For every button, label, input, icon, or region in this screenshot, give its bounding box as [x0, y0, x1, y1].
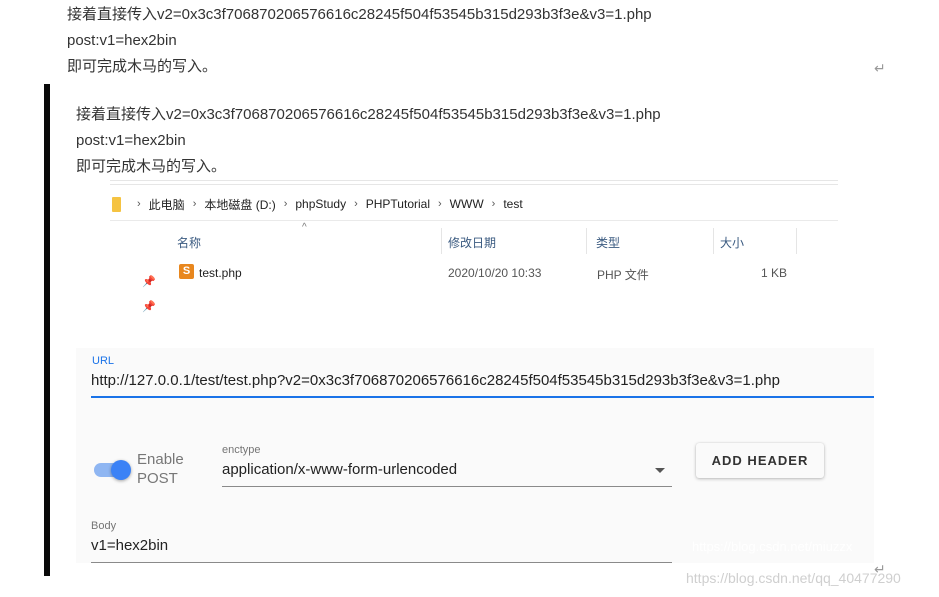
return-mark: ↵ [874, 60, 886, 76]
toggle-knob[interactable] [111, 460, 131, 480]
chevron-right-icon: › [438, 198, 442, 210]
screenshot-line-3: 即可完成木马的写入。 [76, 158, 227, 175]
column-header-type[interactable]: 类型 [596, 234, 620, 251]
breadcrumb-item-phptutorial[interactable]: PHPTutorial [366, 197, 430, 211]
url-input[interactable]: http://127.0.0.1/test/test.php?v2=0x3c3f… [91, 372, 780, 389]
file-explorer: › 此电脑 › 本地磁盘 (D:) › phpStudy › PHPTutori… [110, 180, 840, 320]
article-line-2: post:v1=hex2bin [67, 32, 177, 49]
dropdown-arrow-icon[interactable] [655, 468, 665, 473]
body-input[interactable]: v1=hex2bin [91, 537, 168, 554]
column-divider[interactable] [586, 228, 587, 254]
chevron-right-icon: › [491, 198, 496, 210]
inner-watermark: https://blog.csdn.net/miuzzx [692, 539, 853, 554]
sort-ascending-icon: ^ [302, 222, 307, 233]
breadcrumb-item-www[interactable]: WWW [450, 197, 484, 211]
column-divider[interactable] [441, 228, 442, 254]
article-line-3: 即可完成木马的写入。 [67, 58, 218, 75]
enctype-select[interactable]: application/x-www-form-urlencoded [222, 461, 457, 478]
screenshot-line-2: post:v1=hex2bin [76, 132, 186, 149]
pin-icon: 📌 [142, 301, 156, 313]
article-line-1: 接着直接传入v2=0x3c3f706870206576616c28245f504… [67, 6, 652, 23]
file-type: PHP 文件 [597, 268, 649, 282]
outer-watermark: https://blog.csdn.net/qq_40477290 [686, 570, 901, 586]
blockquote-bar [44, 84, 50, 576]
body-input-underline [91, 562, 672, 563]
divider [110, 184, 838, 185]
column-divider[interactable] [796, 228, 797, 254]
url-input-underline [91, 396, 874, 398]
enctype-label: enctype [222, 444, 261, 456]
php-file-icon: S [179, 264, 194, 279]
breadcrumb: › 此电脑 › 本地磁盘 (D:) › phpStudy › PHPTutori… [110, 194, 523, 214]
folder-icon [112, 196, 121, 212]
chevron-right-icon: › [283, 198, 288, 210]
enable-post-label-line1: Enable [137, 451, 184, 468]
column-header-size[interactable]: 大小 [720, 234, 744, 251]
file-modified-date: 2020/10/20 10:33 [448, 266, 542, 280]
screenshot-line-1: 接着直接传入v2=0x3c3f706870206576616c28245f504… [76, 106, 661, 123]
pin-icon: 📌 [142, 276, 156, 288]
add-header-button[interactable]: ADD HEADER [696, 443, 824, 478]
breadcrumb-item-phpstudy[interactable]: phpStudy [295, 197, 346, 211]
file-size: 1 KB [761, 266, 788, 280]
column-header-date[interactable]: 修改日期 [448, 234, 496, 251]
breadcrumb-item-test[interactable]: test [503, 197, 522, 211]
breadcrumb-item-local-disk[interactable]: 本地磁盘 (D:) [204, 196, 275, 213]
chevron-right-icon: › [137, 198, 141, 210]
divider [110, 220, 838, 221]
column-header-name[interactable]: 名称 [177, 234, 201, 251]
column-divider[interactable] [713, 228, 714, 254]
url-field-label: URL [92, 355, 115, 367]
enctype-select-underline [222, 486, 672, 487]
breadcrumb-item-this-pc[interactable]: 此电脑 [149, 196, 185, 213]
chevron-right-icon: › [354, 198, 358, 210]
chevron-right-icon: › [192, 198, 197, 210]
body-field-label: Body [91, 520, 117, 532]
file-name[interactable]: test.php [199, 266, 242, 280]
divider [110, 180, 838, 181]
enable-post-label-line2: POST [137, 470, 178, 487]
